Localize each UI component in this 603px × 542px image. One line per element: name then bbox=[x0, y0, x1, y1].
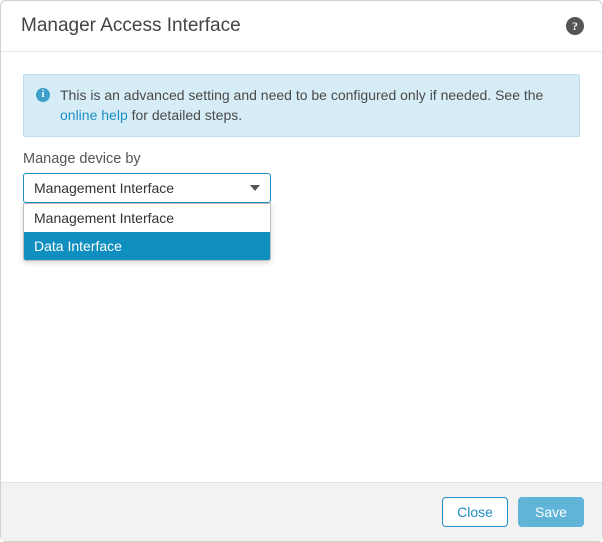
manage-device-select[interactable]: Management Interface Management Interfac… bbox=[23, 173, 271, 203]
option-data-interface[interactable]: Data Interface bbox=[24, 232, 270, 260]
help-icon[interactable]: ? bbox=[566, 17, 584, 35]
dialog-title: Manager Access Interface bbox=[21, 15, 241, 37]
info-text-part1: This is an advanced setting and need to … bbox=[60, 87, 543, 103]
select-display[interactable]: Management Interface bbox=[23, 173, 271, 203]
dialog-header: Manager Access Interface ? bbox=[1, 1, 602, 52]
online-help-link[interactable]: online help bbox=[60, 107, 128, 123]
save-button[interactable]: Save bbox=[518, 497, 584, 527]
info-text: This is an advanced setting and need to … bbox=[60, 85, 567, 126]
info-banner: i This is an advanced setting and need t… bbox=[23, 74, 580, 137]
dialog-body: i This is an advanced setting and need t… bbox=[1, 52, 602, 482]
dialog-footer: Close Save bbox=[1, 482, 602, 541]
caret-down-icon bbox=[250, 185, 260, 191]
info-icon: i bbox=[36, 88, 50, 102]
info-text-part2: for detailed steps. bbox=[128, 107, 242, 123]
close-button[interactable]: Close bbox=[442, 497, 508, 527]
select-value: Management Interface bbox=[34, 180, 174, 196]
option-management-interface[interactable]: Management Interface bbox=[24, 204, 270, 232]
select-dropdown: Management Interface Data Interface bbox=[23, 203, 271, 261]
manage-device-label: Manage device by bbox=[23, 151, 580, 167]
